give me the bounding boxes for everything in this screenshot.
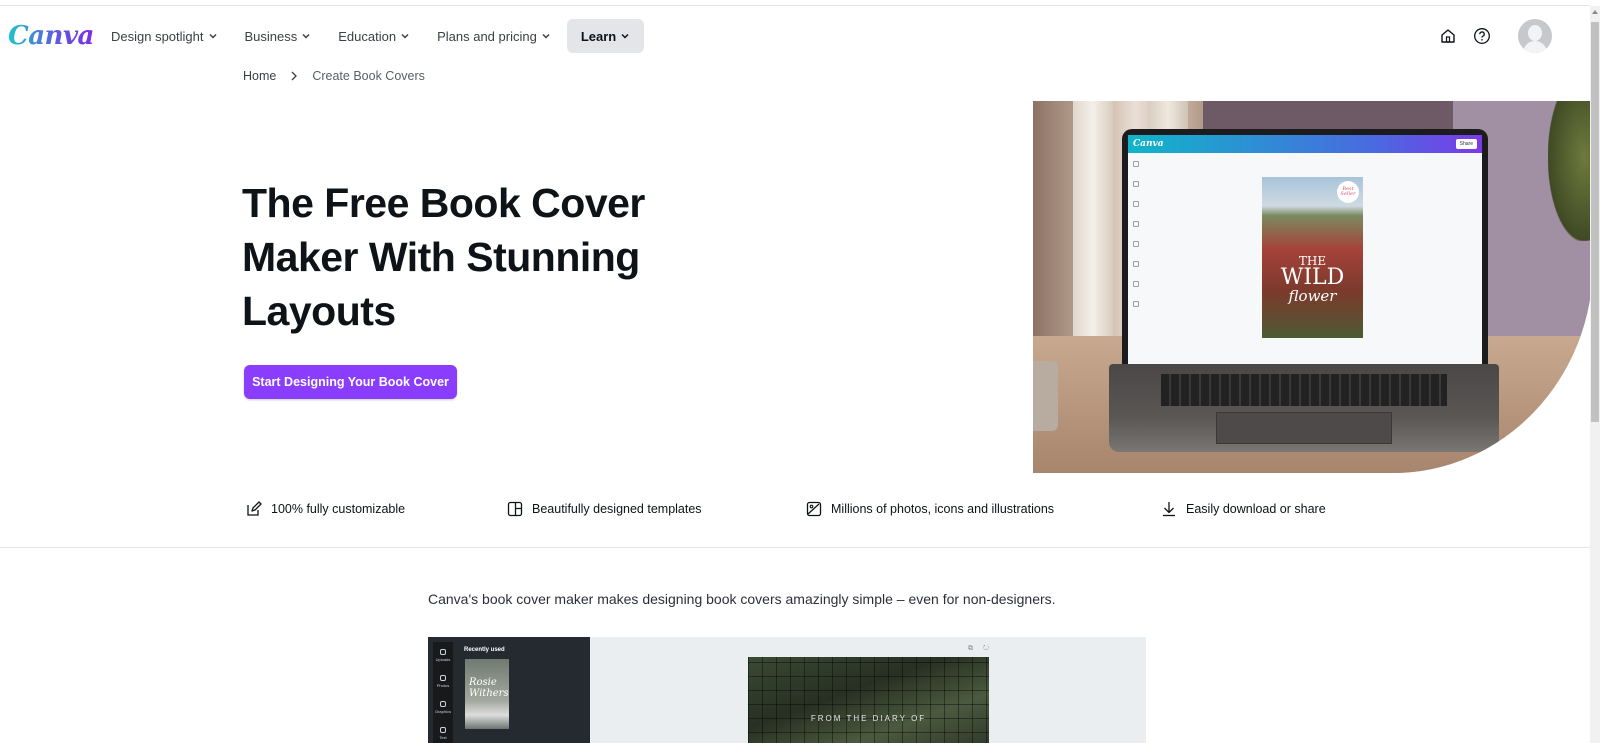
editor-rail: Uploads Photos Graphics Text [433, 642, 453, 743]
photo-icon [440, 674, 446, 681]
nav-item-business[interactable]: Business [234, 19, 323, 53]
nav-item-education[interactable]: Education [327, 19, 421, 53]
editor-canvas: FROM THE DIARY OF [748, 657, 989, 743]
tool-icon [1133, 281, 1139, 287]
screen-logo: Canva [1133, 139, 1164, 149]
help-button[interactable] [1468, 22, 1496, 50]
feature-item: Millions of photos, icons and illustrati… [805, 500, 1054, 518]
canvas-controls: ⧉ ↻ [968, 645, 993, 652]
intro-text: Canva's book cover maker makes designing… [428, 591, 1056, 607]
cup [1033, 361, 1058, 431]
editor-side-panel: Uploads Photos Graphics Text Recently us… [428, 637, 590, 743]
editor-topbar: Canva Share [1128, 135, 1482, 153]
tool-icon [1133, 301, 1139, 307]
edit-icon [247, 501, 262, 516]
text-icon [440, 726, 446, 733]
start-designing-button[interactable]: Start Designing Your Book Cover [244, 365, 457, 399]
book-cover-design: Best Seller THE WILD flower [1262, 177, 1363, 338]
rail-item-photos: Photos [433, 668, 453, 694]
curtain [1073, 101, 1113, 346]
chevron-down-icon [542, 33, 550, 39]
nav-item-plans-and-pricing[interactable]: Plans and pricing [426, 19, 562, 53]
scroll-up-arrow-icon[interactable] [1592, 10, 1598, 14]
main-nav: Design spotlight Business Education Plan… [100, 18, 649, 54]
header-actions [1428, 18, 1552, 54]
feature-label: 100% fully customizable [271, 502, 406, 516]
home-button[interactable] [1434, 22, 1462, 50]
breadcrumb-home-link[interactable]: Home [243, 69, 276, 83]
avatar[interactable] [1518, 19, 1552, 53]
rail-label: Text [439, 734, 447, 740]
graphics-icon [440, 700, 446, 707]
chevron-down-icon [621, 33, 629, 39]
scrollbar-thumb[interactable] [1591, 22, 1599, 422]
section-divider [0, 547, 1590, 548]
rail-label: Graphics [434, 708, 451, 714]
trackpad [1216, 412, 1392, 444]
chevron-down-icon [208, 33, 217, 39]
avatar-head-shape [1528, 25, 1542, 41]
layout-icon [507, 501, 523, 517]
keyboard [1161, 374, 1447, 406]
tool-icon [1133, 201, 1139, 207]
tool-icon [1133, 181, 1139, 187]
feature-label: Millions of photos, icons and illustrati… [831, 502, 1055, 516]
plant-leaf [1548, 101, 1593, 241]
screen-content: Canva Share Best Seller THE WILD flower [1128, 135, 1482, 364]
features-row: 100% fully customizable Beautifully desi… [245, 500, 1345, 520]
tool-icon [1133, 161, 1139, 167]
upload-icon [440, 648, 446, 655]
canvas-grid-pattern [748, 657, 989, 743]
book-badge: Best Seller [1337, 181, 1359, 203]
tool-icon [1133, 261, 1139, 267]
rail-item-uploads: Uploads [433, 642, 453, 668]
rail-label: Uploads [435, 656, 451, 662]
page-scrollbar[interactable] [1590, 6, 1600, 743]
nav-item-design-spotlight[interactable]: Design spotlight [100, 19, 229, 53]
book-title-line: WILD [1280, 265, 1345, 290]
page-title: The Free Book Cover Maker With Stunning … [242, 180, 645, 334]
book-title: THE WILD flower [1262, 255, 1363, 304]
feature-label: Beautifully designed templates [532, 502, 702, 516]
rail-item-graphics: Graphics [433, 694, 453, 720]
nav-item-label: Business [244, 28, 298, 44]
book-title-line: flower [1288, 287, 1337, 305]
feature-item: 100% fully customizable [245, 500, 405, 518]
site-header: Canva Design spotlight Business Educatio… [0, 18, 1590, 54]
laptop-screen: Canva Share Best Seller THE WILD flower [1122, 129, 1488, 364]
browser-top-edge [0, 0, 1590, 6]
hero-image: Canva Share Best Seller THE WILD flower [1033, 101, 1593, 473]
feature-label: Easily download or share [1186, 502, 1326, 516]
chevron-down-icon [401, 33, 409, 39]
download-icon [1163, 502, 1175, 517]
feature-item: Beautifully designed templates [506, 500, 702, 518]
help-icon [1474, 28, 1490, 44]
canvas-caption: FROM THE DIARY OF [810, 714, 927, 723]
nav-item-label: Plans and pricing [437, 28, 537, 44]
feature-item: Easily download or share [1160, 500, 1326, 518]
tool-icon [1133, 241, 1139, 247]
nav-item-label: Learn [580, 28, 617, 44]
nav-item-label: Education [338, 28, 397, 44]
breadcrumb-current: Create Book Covers [312, 69, 425, 83]
thumbnail-text: Rosie Withers [469, 677, 509, 699]
home-icon [1441, 29, 1455, 43]
screen-share-button: Share [1455, 139, 1477, 149]
nav-item-label: Design spotlight [111, 28, 204, 44]
image-icon [806, 501, 822, 517]
chevron-down-icon [302, 33, 310, 39]
chevron-right-icon [291, 71, 298, 81]
recently-used-label: Recently used [464, 647, 505, 653]
avatar-body-shape [1523, 41, 1547, 53]
rail-label: Photos [436, 682, 450, 688]
laptop-base [1109, 364, 1499, 452]
editor-toolbar [1133, 161, 1141, 321]
breadcrumb: Home Create Book Covers [243, 68, 425, 84]
canva-logo[interactable]: Canva [8, 18, 94, 54]
recent-design-thumbnail: Rosie Withers [465, 659, 509, 729]
tool-icon [1133, 221, 1139, 227]
editor-preview-image: Uploads Photos Graphics Text Recently us… [428, 637, 1146, 743]
rail-item-text: Text [433, 720, 453, 743]
nav-item-learn[interactable]: Learn [566, 19, 645, 53]
